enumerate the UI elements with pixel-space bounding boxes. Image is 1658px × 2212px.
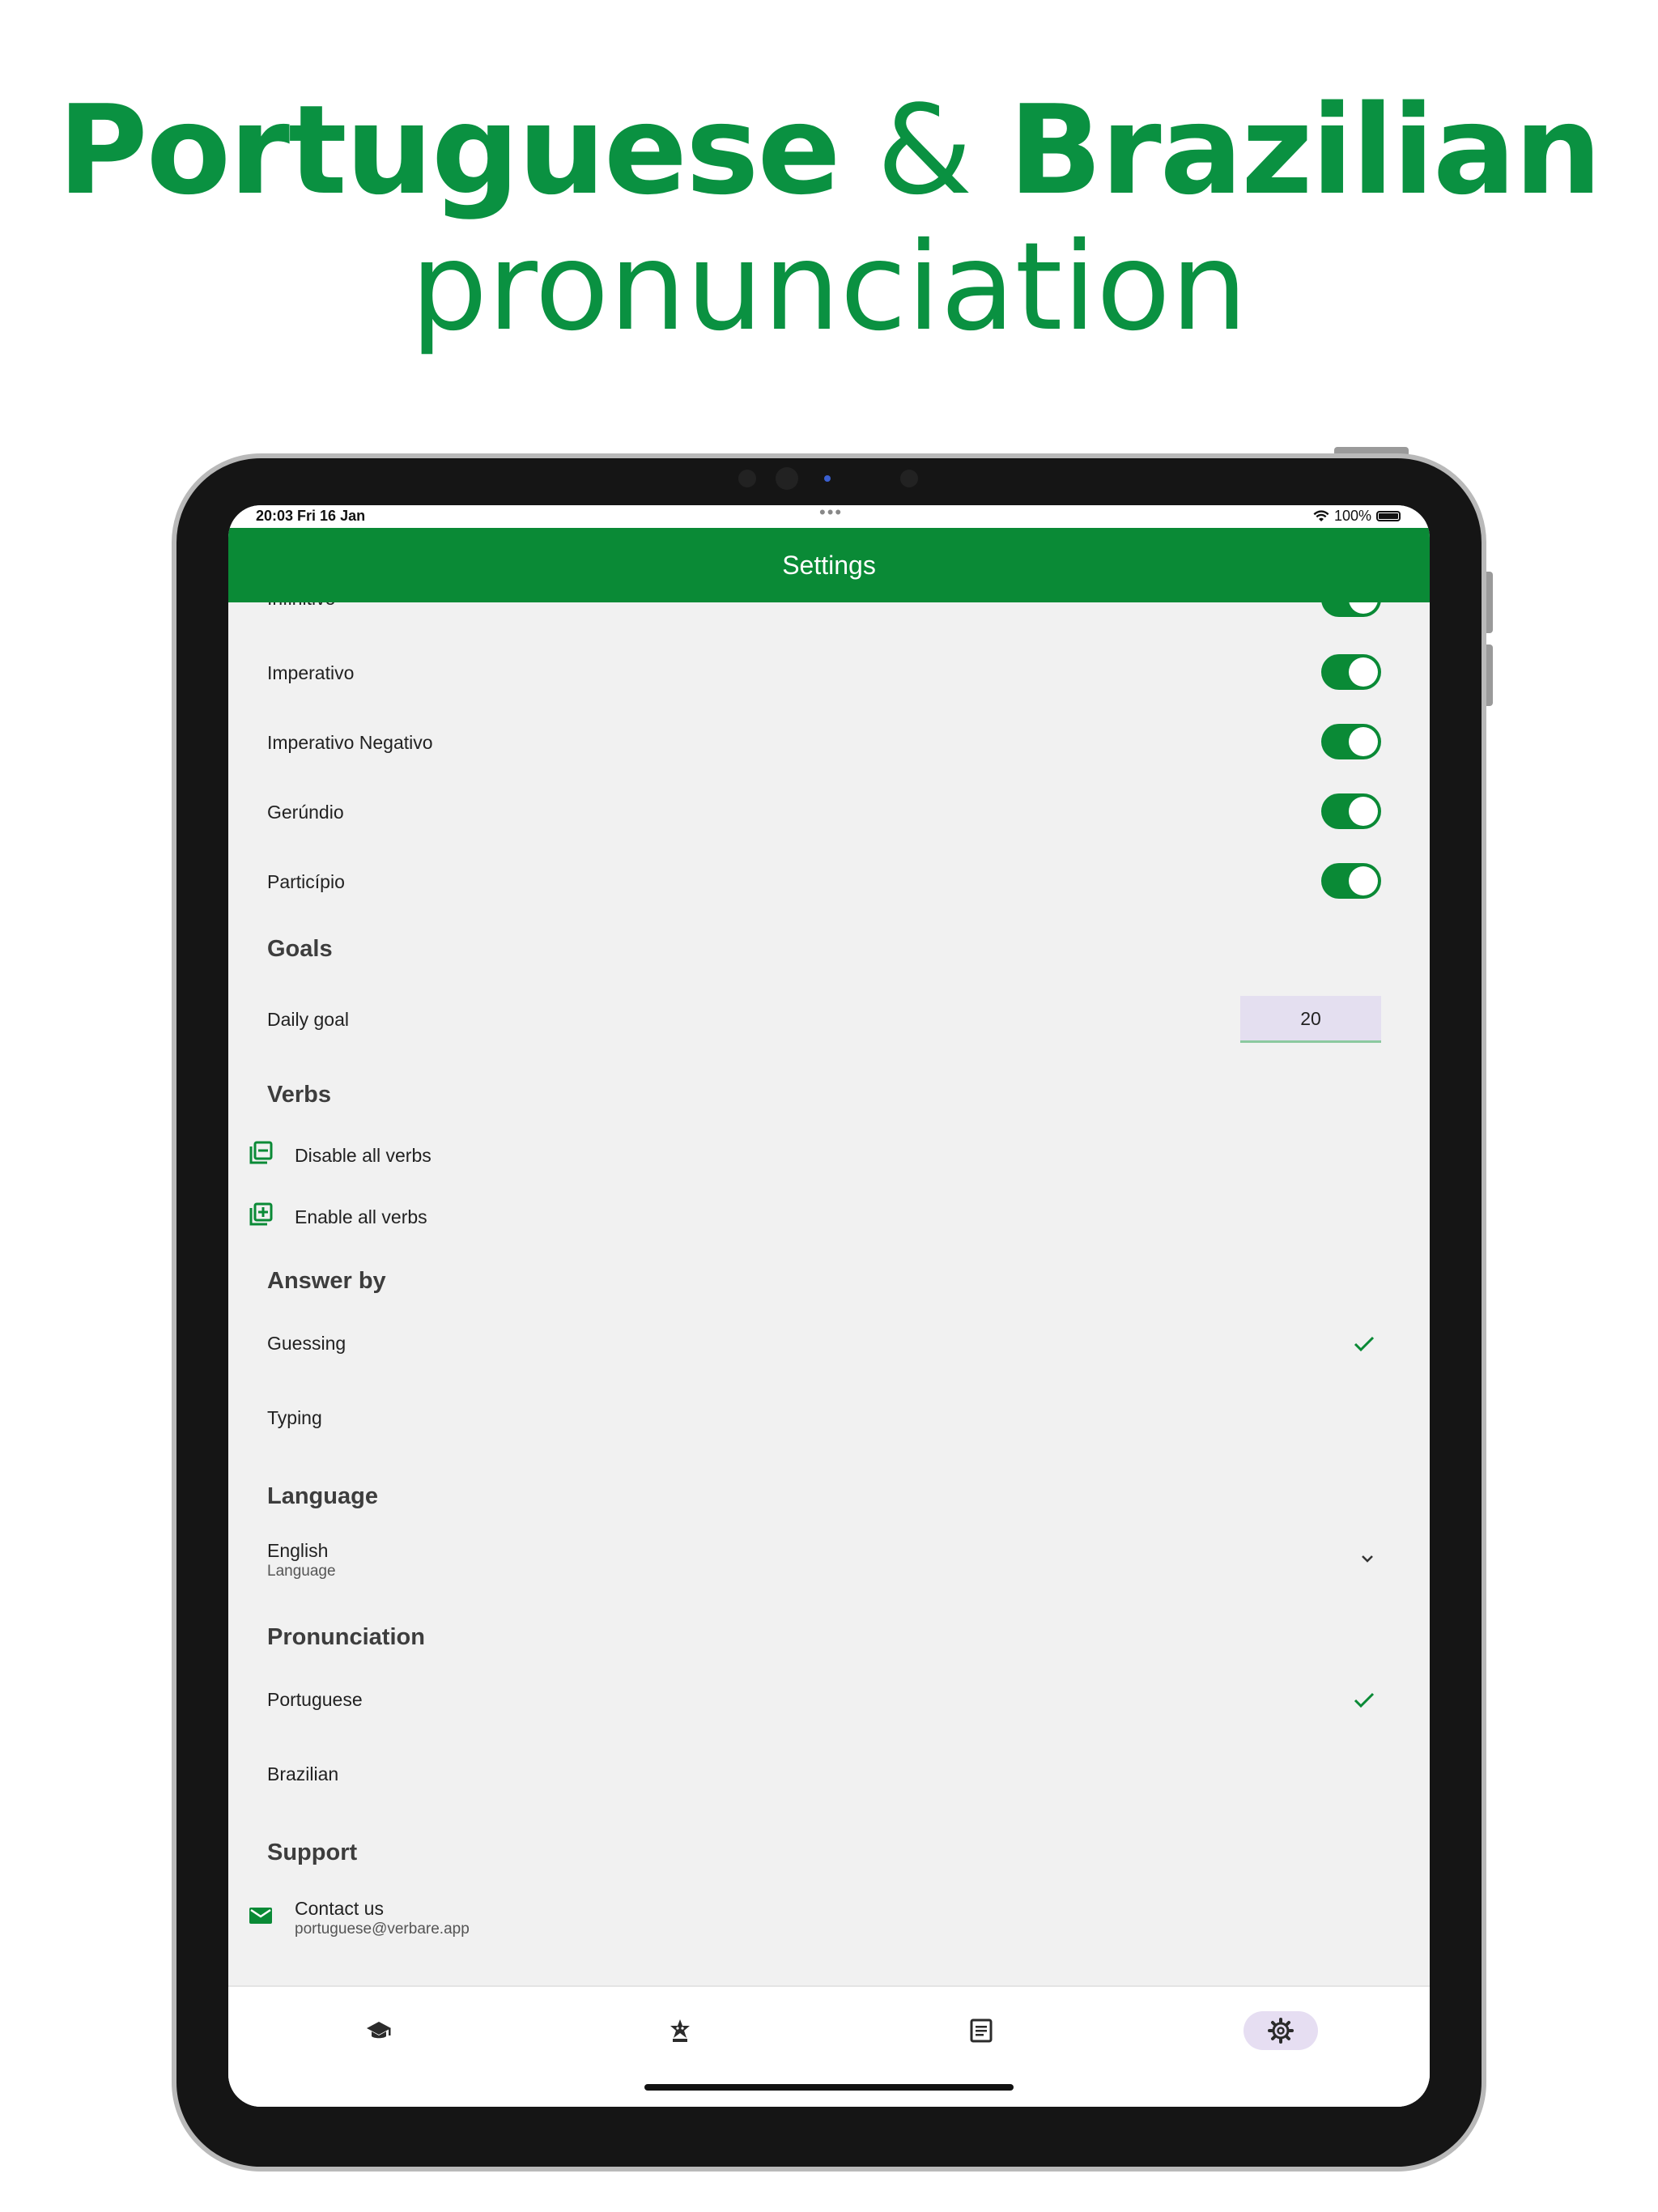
section-verbs-title: Verbs — [267, 1082, 331, 1108]
tense-label: Particípio — [267, 871, 345, 892]
answer-option-guessing[interactable]: Guessing — [267, 1325, 1381, 1365]
multitasking-dots[interactable]: ••• — [819, 505, 843, 523]
status-right: 100% — [1313, 508, 1401, 525]
tense-toggle[interactable] — [1321, 654, 1381, 690]
toggle-knob — [1349, 866, 1378, 895]
contact-us-row[interactable]: Contact us portuguese@verbare.app — [249, 1895, 1381, 1943]
pronunciation-option-label: Brazilian — [267, 1763, 339, 1784]
language-sublabel: Language — [267, 1563, 336, 1580]
school-icon — [367, 2022, 391, 2039]
tense-label: Gerúndio — [267, 802, 344, 823]
star-badge-icon — [670, 2019, 690, 2042]
section-pronunciation-title: Pronunciation — [267, 1624, 425, 1650]
answer-option-label: Typing — [267, 1407, 322, 1428]
toggle-knob — [1349, 602, 1378, 614]
settings-gear-icon — [1268, 2018, 1294, 2044]
answer-option-label: Guessing — [267, 1333, 346, 1354]
daily-goal-row: Daily goal 20 — [267, 996, 1381, 1044]
answer-option-typing[interactable]: Typing — [267, 1399, 1381, 1440]
page-title: Settings — [782, 551, 876, 580]
disable-all-verbs-label: Disable all verbs — [295, 1145, 432, 1166]
front-camera-icon — [776, 467, 798, 490]
light-sensor-icon — [900, 470, 918, 487]
enable-all-verbs-label: Enable all verbs — [295, 1206, 427, 1227]
toggle-knob — [1349, 797, 1378, 826]
pronunciation-option-label: Portuguese — [267, 1689, 363, 1710]
toggle-knob — [1349, 727, 1378, 756]
headline-brazilian: Brazilian — [1008, 79, 1602, 222]
battery-icon — [1376, 511, 1401, 521]
article-icon — [970, 2018, 993, 2043]
battery-percent: 100% — [1333, 508, 1371, 524]
pronunciation-option-portuguese[interactable]: Portuguese — [267, 1681, 1381, 1721]
enable-all-verbs-row[interactable]: Enable all verbs — [249, 1202, 1381, 1234]
contact-us-label: Contact us — [295, 1898, 384, 1919]
library-remove-icon — [249, 1141, 273, 1164]
tense-toggle[interactable] — [1321, 863, 1381, 899]
headline-line-2: pronunciation — [410, 217, 1248, 358]
section-language-title: Language — [267, 1483, 378, 1509]
check-icon — [1354, 1692, 1375, 1708]
disable-all-verbs-row[interactable]: Disable all verbs — [249, 1140, 1381, 1172]
section-support-title: Support — [267, 1840, 358, 1865]
section-goals-title: Goals — [267, 936, 333, 962]
chevron-down-icon — [1362, 1555, 1373, 1563]
toggle-knob — [1349, 657, 1378, 687]
tense-label: Imperativo — [267, 662, 355, 683]
tense-toggle[interactable] — [1321, 724, 1381, 759]
settings-list[interactable]: Infinitivo Imperativo Imperativo Negativ… — [228, 602, 1430, 1985]
home-indicator[interactable] — [644, 2084, 1014, 2091]
nav-list[interactable] — [944, 2011, 1018, 2050]
tense-label: Infinitivo — [267, 602, 335, 610]
contact-email: portuguese@verbare.app — [295, 1921, 470, 1938]
email-icon — [249, 1908, 272, 1924]
library-add-icon — [249, 1202, 273, 1226]
tense-row-participio[interactable]: Particípio — [267, 863, 1381, 904]
headline-ampersand: & — [876, 79, 973, 222]
tense-toggle[interactable] — [1321, 793, 1381, 829]
marketing-headline: Portuguese & Brazilian pronunciation — [0, 89, 1658, 358]
nav-settings[interactable] — [1244, 2011, 1318, 2050]
tense-row-infinitivo[interactable]: Infinitivo — [267, 602, 1381, 622]
tense-label: Imperativo Negativo — [267, 732, 433, 753]
tense-row-imperativo[interactable]: Imperativo — [267, 654, 1381, 695]
status-bar: 20:03 Fri 16 Jan ••• 100% — [228, 505, 1430, 528]
headline-portuguese: Portuguese — [57, 79, 840, 222]
tense-toggle[interactable] — [1321, 602, 1381, 617]
camera-indicator-icon — [824, 475, 831, 482]
nav-learn[interactable] — [342, 2011, 416, 2050]
language-dropdown[interactable]: English Language — [267, 1537, 1381, 1585]
app-bar: Settings — [228, 528, 1430, 602]
check-icon — [1354, 1336, 1375, 1352]
section-answer-by-title: Answer by — [267, 1268, 386, 1294]
daily-goal-input[interactable]: 20 — [1240, 996, 1381, 1043]
wifi-icon — [1313, 509, 1329, 521]
tense-row-gerundio[interactable]: Gerúndio — [267, 793, 1381, 834]
camera-sensor-icon — [738, 470, 756, 487]
language-value: English — [267, 1540, 329, 1561]
daily-goal-label: Daily goal — [267, 1009, 349, 1030]
status-time: 20:03 Fri 16 Jan — [256, 508, 366, 524]
tense-row-imperativo-negativo[interactable]: Imperativo Negativo — [267, 724, 1381, 764]
headline-line-1: Portuguese & Brazilian — [0, 89, 1658, 227]
pronunciation-option-brazilian[interactable]: Brazilian — [267, 1755, 1381, 1796]
nav-favorites[interactable] — [643, 2011, 717, 2050]
tablet-screen: 20:03 Fri 16 Jan ••• 100% Settings Infin… — [228, 505, 1430, 2107]
